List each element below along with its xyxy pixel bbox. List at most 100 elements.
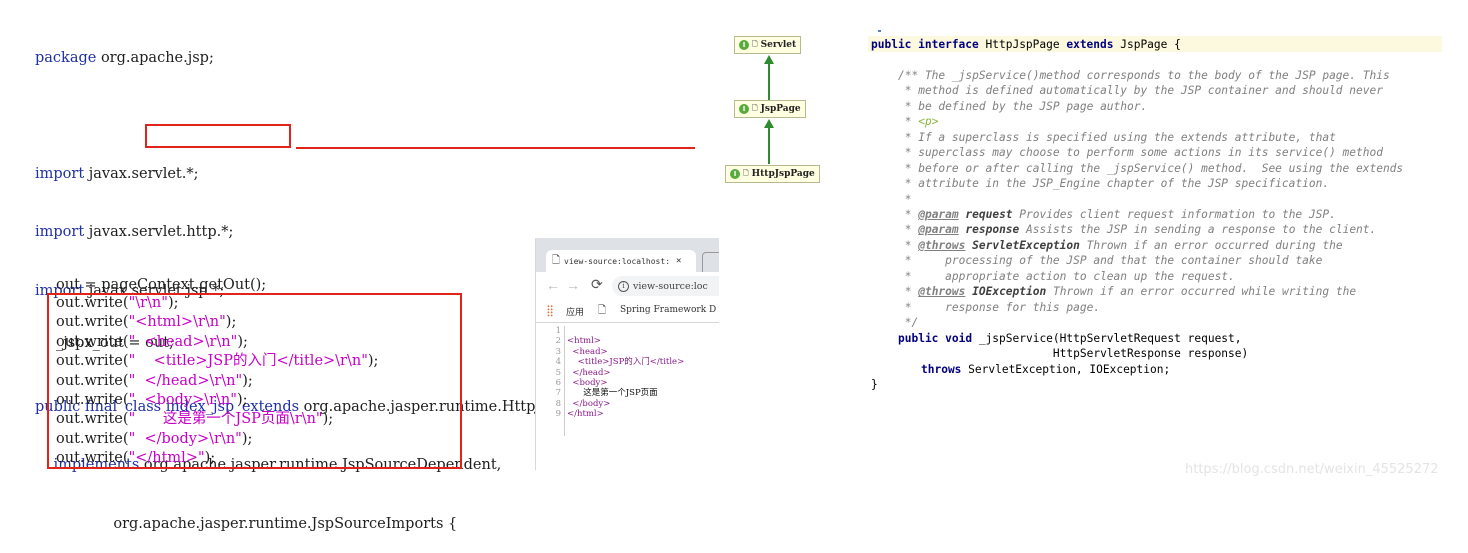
line-gutter xyxy=(564,326,565,436)
browser-tab[interactable]: 🗋 view-source:localhost: ✕ xyxy=(546,250,696,272)
back-icon[interactable]: ← xyxy=(546,277,560,293)
doc-text: * be defined by the JSP page author. xyxy=(898,99,1148,113)
line-number: 2 xyxy=(555,336,561,347)
node-label: Servlet xyxy=(760,40,797,50)
line-number: 9 xyxy=(555,409,561,420)
doc-line: * attribute in the JSP_Engine chapter of… xyxy=(871,176,1403,191)
import-line: import javax.servlet.*; xyxy=(35,166,199,183)
url-text: view-source:loc xyxy=(633,280,708,292)
write-highlight-box xyxy=(47,293,462,469)
doc-text: * superclass may choose to perform some … xyxy=(898,146,1383,160)
html-tag: <p> xyxy=(918,115,939,129)
doc-line: * If a superclass is specified using the… xyxy=(871,130,1403,145)
source-text: 这是第一个JSP页面 xyxy=(567,388,658,399)
extends-underline xyxy=(296,147,695,149)
doc-tag: @throws xyxy=(918,285,966,299)
hierarchy-node-servlet[interactable]: I 🗋 Servlet xyxy=(734,36,802,54)
doc-line: * before or after calling the _jspServic… xyxy=(871,161,1403,176)
bookmark-spring[interactable]: Spring Framework D xyxy=(620,305,716,315)
forward-icon[interactable]: → xyxy=(566,277,580,293)
doc-text: * xyxy=(898,115,919,129)
doc-text: Thrown if an error occurred while writin… xyxy=(1046,285,1357,299)
browser-toolbar: ← → ⟳ i view-source:loc xyxy=(536,272,719,300)
new-tab-button[interactable] xyxy=(702,252,719,273)
line-number: 3 xyxy=(555,346,561,357)
doc-text: * xyxy=(898,238,919,252)
source-text: <html> xyxy=(567,336,601,347)
doc-text: /** The _jspService()method corresponds … xyxy=(898,68,1390,82)
doc-param-name: request xyxy=(965,207,1013,221)
doc-text: * If a superclass is specified using the… xyxy=(898,130,1336,144)
arrow-up-icon xyxy=(764,55,774,64)
source-text: <head> xyxy=(567,346,608,357)
apps-icon[interactable]: ⣿ xyxy=(546,304,554,317)
watermark: https://blog.csdn.net/weixin_45525272 xyxy=(1185,462,1439,477)
doc-text: * xyxy=(898,223,919,237)
doc-line: * processing of the JSP and that the con… xyxy=(871,253,1403,268)
class-highlight-box xyxy=(145,124,291,148)
source-text: </html> xyxy=(567,409,604,420)
info-icon: i xyxy=(618,280,629,292)
imports-line: org.apache.jasper.runtime.JspSourceImpor… xyxy=(35,515,458,532)
bookmarks-bar: ⣿ 应用 🗋 Spring Framework D xyxy=(536,300,719,323)
doc-line: * method is defined automatically by the… xyxy=(871,83,1403,98)
source-text: <body> xyxy=(567,377,608,388)
package-line: package org.apache.jsp; xyxy=(35,49,214,66)
doc-text: * attribute in the JSP_Engine chapter of… xyxy=(898,177,1330,191)
doc-text: Provides client request information to t… xyxy=(1012,207,1336,221)
interface-declaration: public interface HttpJspPage extends Jsp… xyxy=(871,38,1181,51)
doc-param-name: ServletException xyxy=(972,238,1080,252)
file-icon: 🗋 xyxy=(752,103,758,112)
source-text: </head> xyxy=(567,367,611,378)
line-number: 4 xyxy=(555,357,561,368)
bookmark-apps[interactable]: 应用 xyxy=(566,305,584,318)
source-text: <title>JSP的入门</title> xyxy=(567,357,685,368)
hierarchy-node-httpjsppage[interactable]: I 🗋 HttpJspPage xyxy=(725,165,820,183)
page-icon: 🗋 xyxy=(552,254,561,266)
line-number: 1 xyxy=(555,326,561,336)
import-keyword: import xyxy=(35,166,85,183)
doc-text: * xyxy=(898,207,919,221)
doc-text: * processing of the JSP and that the con… xyxy=(898,254,1323,268)
doc-text: * xyxy=(898,192,912,206)
method-throws: throws ServletException, IOException; xyxy=(921,362,1171,376)
line-number: 7 xyxy=(555,388,561,399)
tab-bar: 🗋 view-source:localhost: ✕ xyxy=(536,238,719,273)
doc-line: * <p> xyxy=(871,114,1403,129)
line-number: 6 xyxy=(555,377,561,388)
doc-tag-line: * @throws IOException Thrown if an error… xyxy=(871,284,1403,299)
interface-icon: I xyxy=(739,40,749,50)
keyword: extends xyxy=(1066,38,1114,51)
doc-line: * xyxy=(871,192,1403,207)
reload-icon[interactable]: ⟳ xyxy=(591,276,603,293)
doc-text: * before or after calling the _jspServic… xyxy=(898,161,1404,175)
doc-text: * xyxy=(898,285,919,299)
tab-title: view-source:localhost: xyxy=(564,256,671,266)
doc-tag-line: * @throws ServletException Thrown if an … xyxy=(871,238,1403,253)
hierarchy-node-jsppage[interactable]: I 🗋 JspPage xyxy=(734,100,806,118)
doc-text: Thrown if an error occurred during the xyxy=(1079,238,1343,252)
address-bar[interactable]: i view-source:loc xyxy=(612,276,719,296)
hierarchy-connector xyxy=(768,62,770,100)
node-label: HttpJspPage xyxy=(751,169,815,179)
doc-tag-line: * @param request Provides client request… xyxy=(871,207,1403,222)
doc-line: * superclass may choose to perform some … xyxy=(871,145,1403,160)
close-icon[interactable]: ✕ xyxy=(676,256,681,266)
closing-brace: } xyxy=(871,377,878,391)
keyword: throws xyxy=(921,362,962,376)
fold-marker xyxy=(878,30,881,32)
browser-window: 🗋 view-source:localhost: ✕ ← → ⟳ i view-… xyxy=(535,238,719,470)
doc-tag: @throws xyxy=(918,238,966,252)
interface-icon: I xyxy=(739,104,749,114)
doc-line: * be defined by the JSP page author. xyxy=(871,99,1403,114)
file-icon: 🗋 xyxy=(752,39,758,48)
file-icon: 🗋 xyxy=(743,168,749,177)
hierarchy-connector xyxy=(768,126,770,164)
doc-line: * response for this page. xyxy=(871,300,1403,315)
doc-tag: @param xyxy=(918,223,959,237)
keyword: public void xyxy=(898,331,973,345)
line-number: 8 xyxy=(555,398,561,409)
method-signature: HttpServletResponse response) xyxy=(898,347,1249,361)
doc-text: * method is defined automatically by the… xyxy=(898,84,1383,98)
